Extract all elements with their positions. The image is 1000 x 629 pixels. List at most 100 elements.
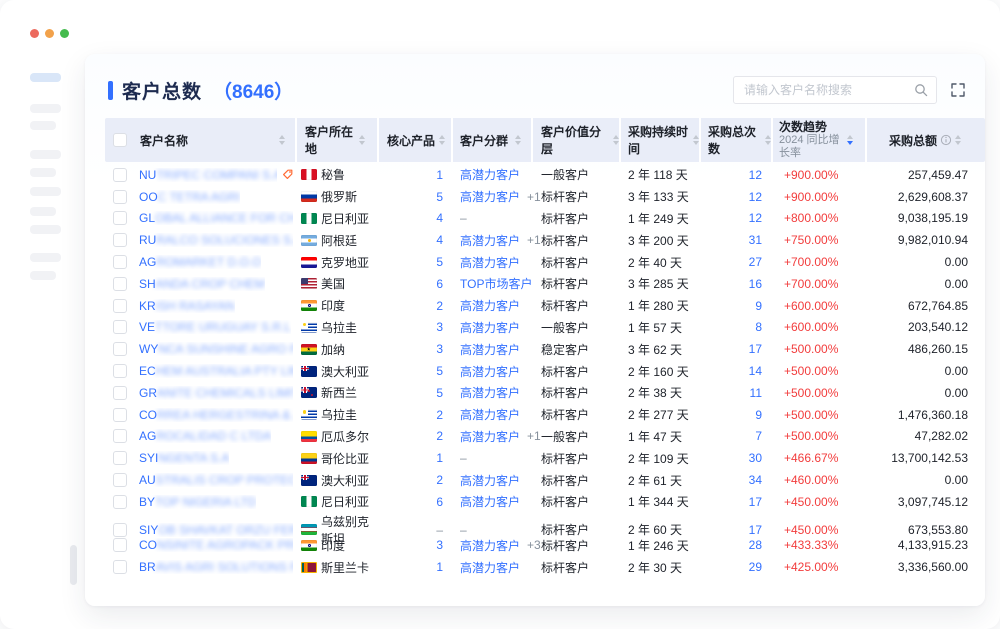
row-checkbox[interactable] [113,320,127,334]
core-products-count[interactable]: 2 [436,299,443,313]
sort-carets-icon[interactable] [955,135,961,145]
customer-name-link[interactable]: BRAVIS AGRI SOLUTIONS PVT LTD [139,560,293,574]
sort-carets-icon[interactable] [515,135,521,145]
total-count-value[interactable]: 16 [749,277,762,291]
customer-name-link[interactable]: GLOBAL ALLIANCE FOR CHEMICA... [139,211,293,225]
row-checkbox[interactable] [113,495,127,509]
header-amount[interactable]: 采购总额 [867,118,985,162]
segment-link[interactable]: 高潜力客户 [460,559,520,576]
core-products-count[interactable]: 5 [436,255,443,269]
segment-link[interactable]: 高潜力客户 [460,537,520,554]
row-checkbox[interactable] [113,190,127,204]
header-trend[interactable]: 次数趋势 2024 同比增长率 [773,118,867,162]
header-total-count[interactable]: 采购总次数 [701,118,773,162]
row-checkbox[interactable] [113,233,127,247]
segment-link[interactable]: 高潜力客户 [460,341,520,358]
customer-name-link[interactable]: NUTRIPEC COMPANI S.A.C [139,168,277,182]
customer-name-link[interactable]: AGROMARKET D.O.O [139,255,261,269]
segment-link[interactable]: 高潜力客户 [460,406,520,423]
search-input[interactable] [742,82,914,98]
header-segment[interactable]: 客户分群 [453,118,533,162]
segment-link[interactable]: 高潜力客户 [460,166,520,183]
customer-name-link[interactable]: ECHEM AUSTRALIA PTY LIMITED) [139,364,293,378]
row-checkbox[interactable] [113,473,127,487]
core-products-count[interactable]: 5 [436,364,443,378]
header-duration[interactable]: 采购持续时间 [621,118,701,162]
sidebar-scrollbar-thumb[interactable] [70,545,77,585]
sort-carets-icon[interactable] [693,135,699,145]
sidebar-item[interactable] [30,104,61,113]
sidebar-item[interactable] [30,121,56,130]
segment-link[interactable]: 高潜力客户 [460,319,520,336]
segment-link[interactable]: – [460,211,467,225]
row-checkbox[interactable] [113,408,127,422]
row-checkbox[interactable] [113,538,127,552]
segment-link[interactable]: 高潜力客户 [460,363,520,380]
row-checkbox[interactable] [113,364,127,378]
core-products-count[interactable]: 6 [436,495,443,509]
sidebar-item-active[interactable] [30,73,61,82]
sidebar-item[interactable] [30,271,56,280]
total-count-value[interactable]: 31 [749,233,762,247]
core-products-count[interactable]: 3 [436,320,443,334]
row-checkbox[interactable] [113,211,127,225]
customer-name-link[interactable]: KRISH RASAYAN [139,299,235,313]
total-count-value[interactable]: 14 [749,364,762,378]
segment-link[interactable]: 高潜力客户 [460,297,520,314]
total-count-value[interactable]: 8 [755,320,762,334]
sort-carets-icon[interactable] [279,135,285,145]
core-products-count[interactable]: 1 [436,560,443,574]
close-window-button[interactable] [30,29,39,38]
total-count-value[interactable]: 34 [749,473,762,487]
header-core-products[interactable]: 核心产品 [379,118,453,162]
customer-name-link[interactable]: CORREA HERGESTRINA & JARDI R... [139,408,293,422]
core-products-count[interactable]: 3 [436,538,443,552]
total-count-value[interactable]: 30 [749,451,762,465]
header-location[interactable]: 客户所在地 [297,118,379,162]
header-value-tier[interactable]: 客户价值分层 [533,118,621,162]
segment-link[interactable]: 高潜力客户 [460,493,520,510]
row-checkbox[interactable] [113,342,127,356]
row-checkbox[interactable] [113,429,127,443]
segment-link[interactable]: 高潜力客户 [460,472,520,489]
core-products-count[interactable]: 4 [436,233,443,247]
customer-name-link[interactable]: BYTOP NIGERIA LTD [139,495,256,509]
customer-name-link[interactable]: AUSTRALIS CROP PROTECTION P... [139,473,293,487]
total-count-value[interactable]: 17 [749,495,762,509]
core-products-count[interactable]: 6 [436,277,443,291]
sidebar-item[interactable] [30,225,61,234]
row-checkbox[interactable] [113,299,127,313]
row-checkbox[interactable] [113,560,127,574]
sort-carets-icon[interactable] [765,135,771,145]
segment-link[interactable]: 高潜力客户 [460,384,520,401]
core-products-count[interactable]: 1 [436,451,443,465]
segment-link[interactable]: 高潜力客户 [460,254,520,271]
sort-carets-icon[interactable] [439,135,445,145]
zoom-window-button[interactable] [60,29,69,38]
core-products-count[interactable]: 5 [436,386,443,400]
row-checkbox[interactable] [113,451,127,465]
total-count-value[interactable]: 27 [749,255,762,269]
sort-carets-icon[interactable] [359,135,365,145]
customer-name-link[interactable]: CONSINITE AGROPACK PRIVATE E ... [139,538,293,552]
customer-name-link[interactable]: VETTORE URUGUAY S.R.L [139,320,291,334]
total-count-value[interactable]: 12 [749,190,762,204]
header-customer-name[interactable]: 客户名称 [105,118,297,162]
customer-name-link[interactable]: SYINGENTA S.A [139,451,229,465]
row-checkbox[interactable] [113,168,127,182]
total-count-value[interactable]: 17 [749,342,762,356]
customer-name-link[interactable]: OOC TETRA AGRI [139,190,240,204]
customer-name-link[interactable]: GRANITE CHEMICALS LIMITED [139,386,293,400]
core-products-count[interactable]: 2 [436,408,443,422]
minimize-window-button[interactable] [45,29,54,38]
customer-name-link[interactable]: SIYOB SHAVKAT ORZU FERMER X... [139,523,293,537]
segment-link[interactable]: TOP市场客户 [460,275,532,292]
sort-carets-icon[interactable] [613,135,619,145]
expand-icon[interactable] [950,82,966,98]
total-count-value[interactable]: 11 [750,386,762,400]
sidebar-item[interactable] [30,207,56,216]
total-count-value[interactable]: 28 [749,538,762,552]
total-count-value[interactable]: 29 [749,560,762,574]
customer-name-link[interactable]: SHANDA CROP CHEM [139,277,265,291]
sidebar-item[interactable] [30,168,56,177]
